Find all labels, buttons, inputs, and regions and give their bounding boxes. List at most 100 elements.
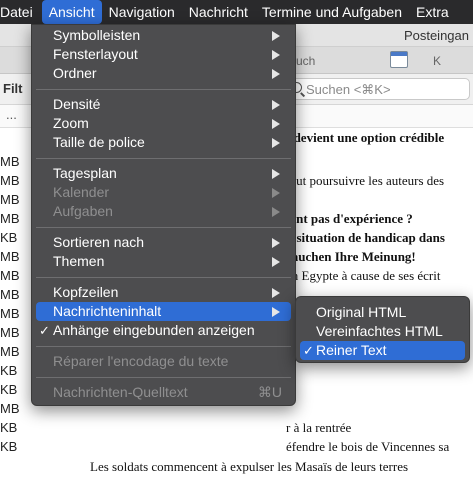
- message-size: MB: [0, 249, 20, 264]
- message-subject: faut poursuivre les auteurs des: [286, 173, 445, 188]
- menu-item-nachrichteninhalt[interactable]: Nachrichteninhalt: [36, 302, 291, 321]
- message-size: KB: [0, 230, 18, 245]
- message-size: KB: [0, 420, 18, 435]
- menu-item-densite[interactable]: Densité: [36, 95, 291, 114]
- menu-item-nachrichten-quelltext: Nachrichten-Quelltext ⌘U: [36, 383, 291, 402]
- menu-item-sortieren-nach[interactable]: Sortieren nach: [36, 233, 291, 252]
- submenu-arrow-icon: [272, 307, 280, 317]
- menu-termine-und-aufgaben[interactable]: Termine und Aufgaben: [255, 0, 409, 24]
- menu-item-label: Symbolleisten: [53, 27, 141, 43]
- menu-item-zoom[interactable]: Zoom: [36, 114, 291, 133]
- menu-item-taille-de-police[interactable]: Taille de police: [36, 133, 291, 152]
- menu-item-label: Kalender: [53, 184, 110, 200]
- submenu-item-reiner-text[interactable]: ✓ Reiner Text: [300, 341, 465, 360]
- submenu-arrow-icon: [272, 188, 280, 198]
- submenu-arrow-icon: [272, 100, 280, 110]
- message-size: MB: [0, 192, 20, 207]
- message-size: MB: [0, 344, 20, 359]
- menu-item-label: Taille de police: [53, 134, 145, 150]
- menu-item-label: Nachrichten-Quelltext: [53, 384, 188, 400]
- menu-item-label: Zoom: [53, 115, 89, 131]
- message-size: MB: [0, 287, 20, 302]
- menu-item-reparer-l-encodage-du-texte: Réparer l'encodage du texte: [36, 352, 291, 371]
- message-subject: en Egypte à cause de ses écrit: [286, 268, 441, 283]
- menu-item-label: Tagesplan: [53, 165, 117, 181]
- menu-item-ordner[interactable]: Ordner: [36, 64, 291, 83]
- submenu-arrow-icon: [272, 257, 280, 267]
- submenu-arrow-icon: [272, 50, 280, 60]
- menu-ansicht[interactable]: Ansicht: [41, 0, 102, 24]
- tab-calendar[interactable]: K: [433, 54, 441, 68]
- message-subject: r à la rentrée: [286, 420, 352, 435]
- message-size: KB: [0, 382, 18, 397]
- submenu-item-vereinfachtes-html[interactable]: Vereinfachtes HTML: [300, 322, 465, 341]
- submenu-arrow-icon: [272, 207, 280, 217]
- window-title: Posteingan: [403, 28, 469, 43]
- menu-item-tagesplan[interactable]: Tagesplan: [36, 164, 291, 183]
- menu-item-label: Themen: [53, 253, 105, 269]
- menu-nachricht[interactable]: Nachricht: [182, 0, 255, 24]
- submenu-arrow-icon: [272, 288, 280, 298]
- submenu-arrow-icon: [272, 119, 280, 129]
- table-row[interactable]: Les soldats commencent à expulser les Ma…: [0, 458, 473, 477]
- message-subject: rauchen Ihre Meinung!: [286, 249, 416, 264]
- menu-separator: [36, 277, 291, 278]
- calendar-icon[interactable]: [390, 51, 408, 68]
- search-input[interactable]: Suchen <⌘K>: [284, 78, 470, 100]
- submenu-item-label: Reiner Text: [316, 342, 387, 358]
- message-size: MB: [0, 173, 20, 188]
- message-size: MB: [0, 306, 20, 321]
- message-size: MB: [0, 401, 20, 416]
- filter-button[interactable]: Filt: [3, 81, 23, 96]
- menu-item-symbolleisten[interactable]: Symbolleisten: [36, 26, 291, 45]
- menu-item-anhange-eingebunden-anzeigen[interactable]: ✓ Anhänge eingebunden anzeigen: [36, 321, 291, 340]
- menu-item-label: Sortieren nach: [53, 234, 145, 250]
- checkmark-icon: ✓: [303, 343, 314, 358]
- column-picker-button[interactable]: ...: [6, 107, 17, 122]
- menu-separator: [36, 227, 291, 228]
- message-content-submenu: Original HTML Vereinfachtes HTML ✓ Reiner T…: [295, 296, 470, 363]
- submenu-arrow-icon: [272, 69, 280, 79]
- menu-datei[interactable]: Datei: [0, 0, 42, 24]
- message-subject: 'ont pas d'expérience ?: [286, 211, 413, 226]
- menu-item-label: Ordner: [53, 65, 97, 81]
- message-subject: n situation de handicap dans: [286, 230, 445, 245]
- message-size: KB: [0, 363, 18, 378]
- menu-separator: [36, 346, 291, 347]
- menu-item-kopfzeilen[interactable]: Kopfzeilen: [36, 283, 291, 302]
- menu-item-label: Kopfzeilen: [53, 284, 119, 300]
- menu-item-label: Aufgaben: [53, 203, 113, 219]
- menu-separator: [36, 158, 291, 159]
- message-subject: Les soldats commencent à expulser les Ma…: [90, 459, 409, 474]
- menu-separator: [36, 89, 291, 90]
- submenu-arrow-icon: [272, 138, 280, 148]
- menu-bar: Datei Ansicht Navigation Nachricht Termi…: [0, 0, 473, 24]
- view-menu: Symbolleisten Fensterlayout Ordner Densité Z…: [31, 24, 296, 406]
- menu-navigation[interactable]: Navigation: [102, 0, 182, 24]
- menu-item-label: Densité: [53, 96, 101, 112]
- table-row[interactable]: KB éfendre le bois de Vincennes sa: [0, 438, 473, 457]
- message-size: MB: [0, 268, 20, 283]
- message-subject: t devient une option crédible: [286, 130, 445, 145]
- submenu-item-label: Vereinfachtes HTML: [316, 323, 443, 339]
- submenu-item-label: Original HTML: [316, 304, 407, 320]
- tab-search[interactable]: uch: [296, 54, 315, 68]
- menu-extra[interactable]: Extra: [409, 0, 456, 24]
- message-size: MB: [0, 211, 20, 226]
- message-size: MB: [0, 154, 20, 169]
- menu-item-kalender: Kalender: [36, 183, 291, 202]
- table-row[interactable]: KB r à la rentrée: [0, 419, 473, 438]
- submenu-arrow-icon: [272, 31, 280, 41]
- menu-separator: [36, 377, 291, 378]
- menu-item-themen[interactable]: Themen: [36, 252, 291, 271]
- menu-item-fensterlayout[interactable]: Fensterlayout: [36, 45, 291, 64]
- search-placeholder: Suchen <⌘K>: [306, 82, 391, 97]
- submenu-item-original-html[interactable]: Original HTML: [300, 303, 465, 322]
- message-size: KB: [0, 439, 18, 454]
- checkmark-icon: ✓: [39, 323, 50, 338]
- menu-item-aufgaben: Aufgaben: [36, 202, 291, 221]
- menu-item-label: Réparer l'encodage du texte: [53, 353, 229, 369]
- submenu-arrow-icon: [272, 238, 280, 248]
- menu-item-label: Anhänge eingebunden anzeigen: [53, 322, 255, 338]
- menu-item-label: Nachrichteninhalt: [53, 303, 162, 319]
